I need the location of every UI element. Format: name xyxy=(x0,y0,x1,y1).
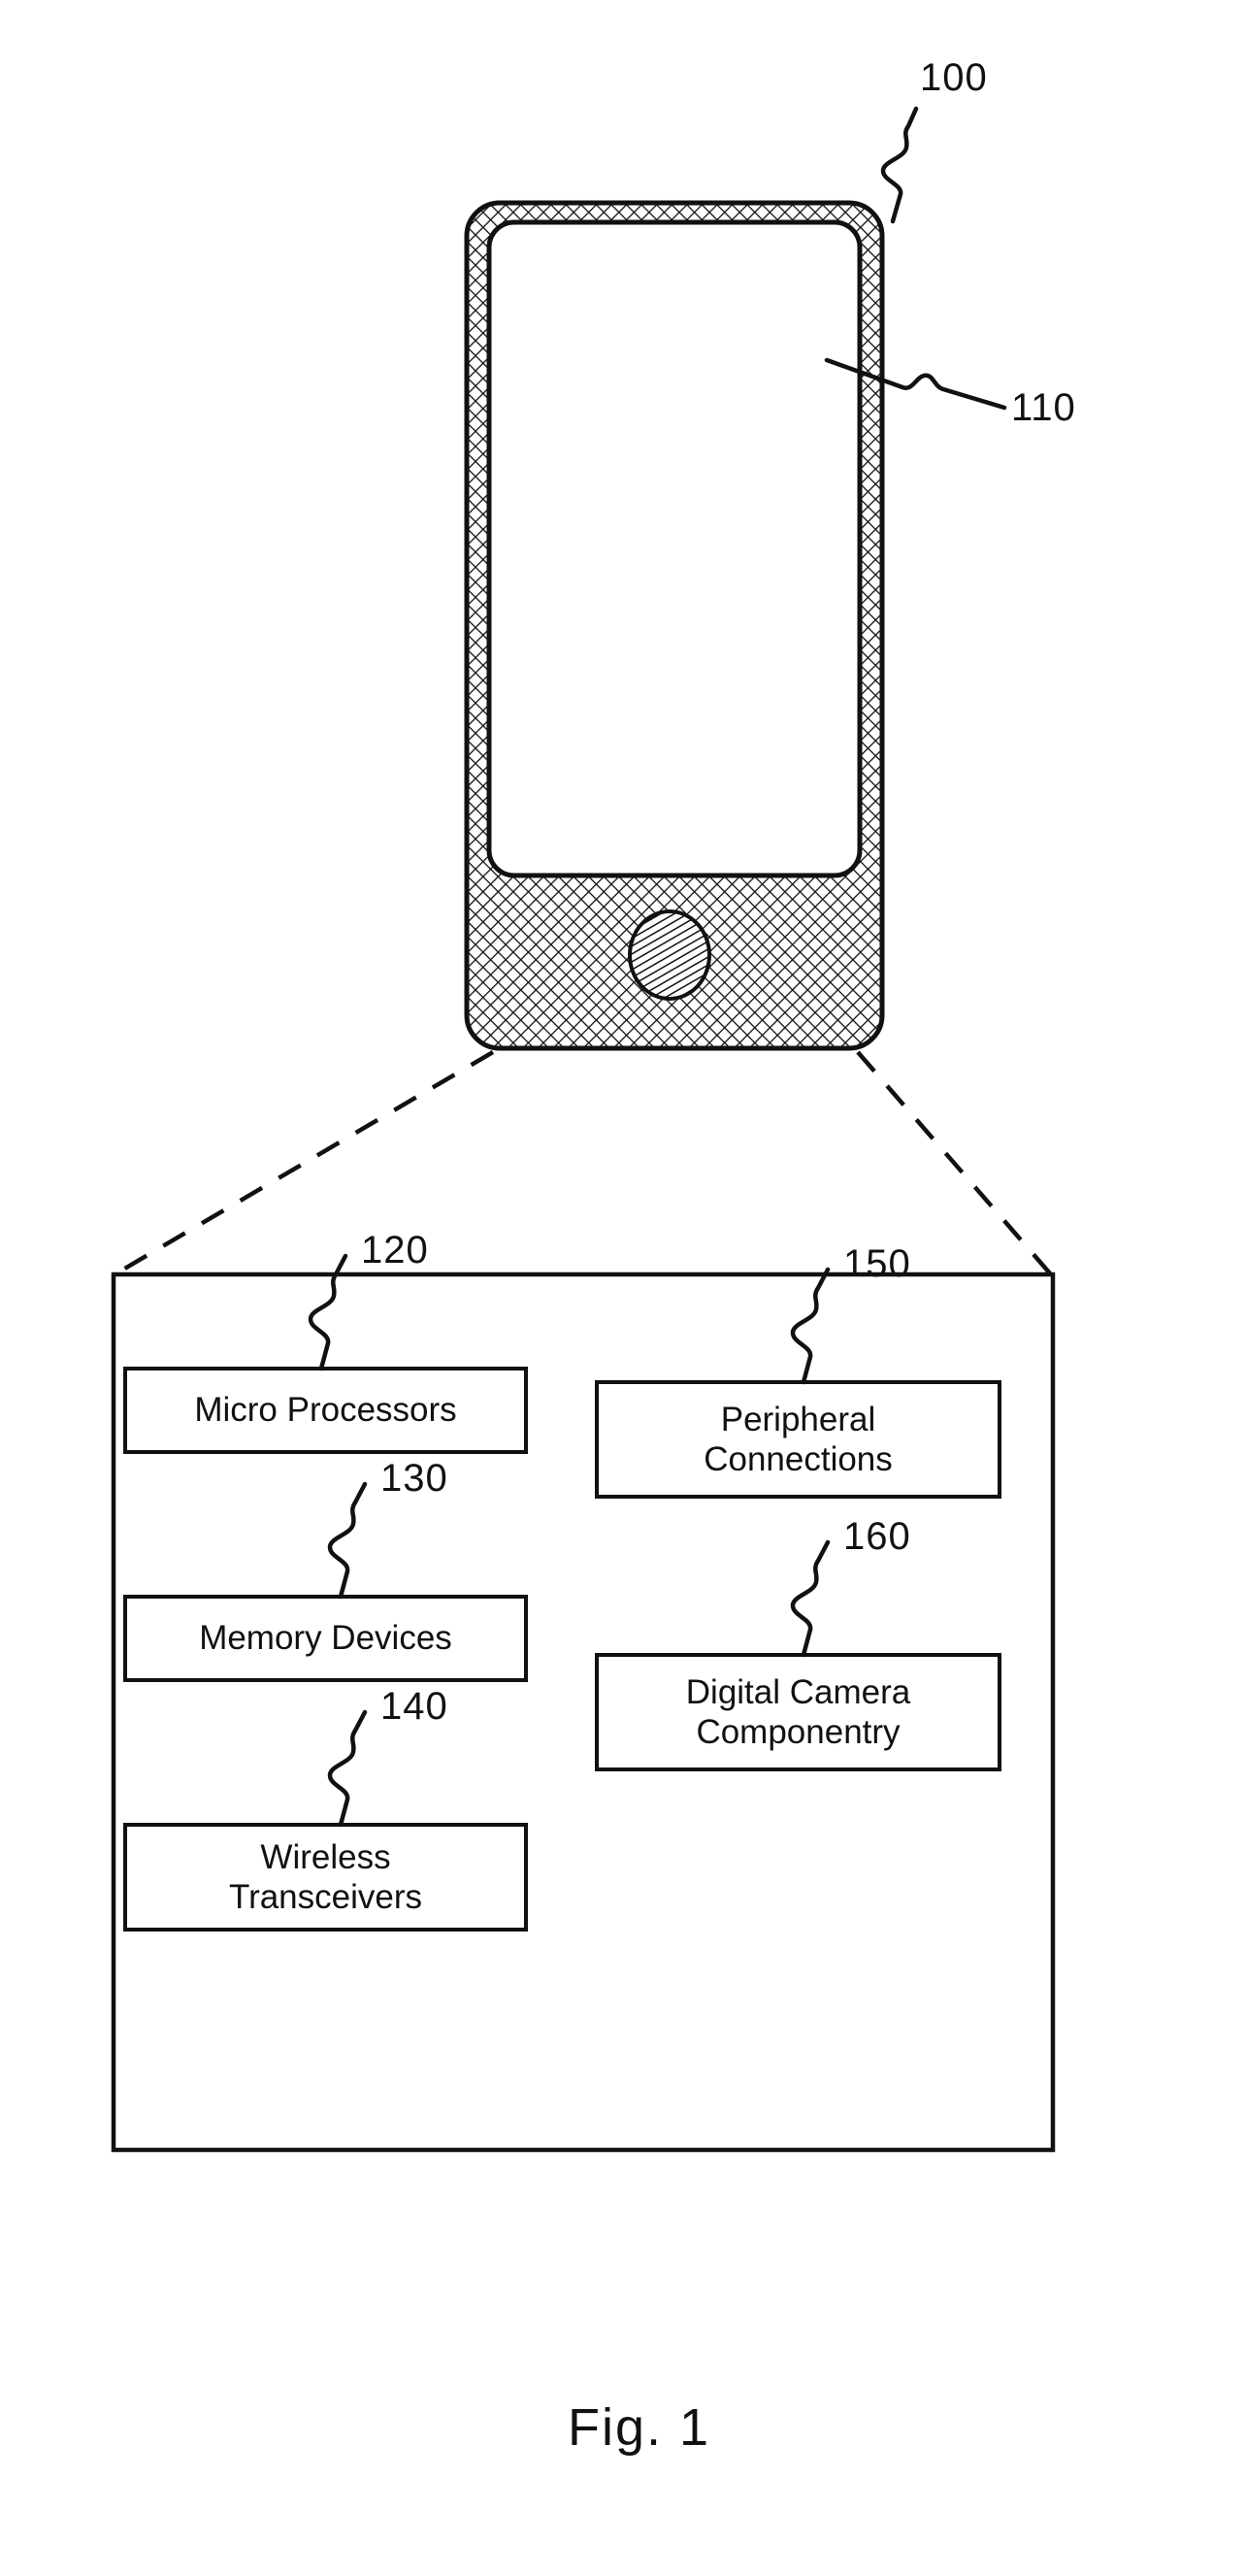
expansion-line-right xyxy=(856,1050,1052,1275)
leader-line-160 xyxy=(790,1539,831,1658)
mobile-device-body xyxy=(464,200,885,1051)
ref-numeral-110: 110 xyxy=(1011,386,1076,429)
label-wireless-transceivers: Wireless Transceivers xyxy=(228,1837,423,1916)
leader-line-150 xyxy=(790,1267,831,1385)
leader-line-130 xyxy=(327,1481,368,1600)
figure-caption: Fig. 1 xyxy=(568,2398,711,2457)
ref-numeral-140: 140 xyxy=(380,1685,448,1728)
ref-numeral-160: 160 xyxy=(843,1515,911,1558)
ref-numeral-150: 150 xyxy=(843,1242,911,1285)
ref-numeral-100: 100 xyxy=(920,56,988,99)
label-peripheral-connections: Peripheral Connections xyxy=(704,1400,893,1478)
expansion-lines xyxy=(115,1050,1052,1275)
expansion-line-left xyxy=(115,1050,495,1275)
label-digital-camera-componentry: Digital Camera Componentry xyxy=(685,1672,911,1751)
ref-numeral-120: 120 xyxy=(361,1229,429,1271)
leader-line-100 xyxy=(880,106,919,224)
patent-figure: 100 110 120 130 140 150 160 Micro Proces… xyxy=(0,0,1246,2576)
home-button xyxy=(628,909,711,1001)
device-screen xyxy=(486,219,863,878)
label-memory-devices: Memory Devices xyxy=(199,1619,452,1658)
label-micro-processors: Micro Processors xyxy=(194,1391,457,1430)
leader-line-140 xyxy=(327,1709,368,1828)
ref-numeral-130: 130 xyxy=(380,1457,448,1500)
